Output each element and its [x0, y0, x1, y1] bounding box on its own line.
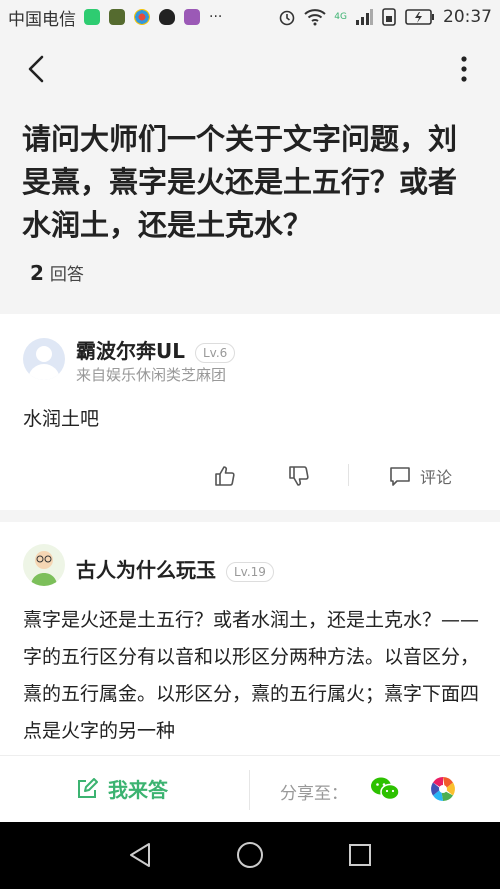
write-answer-button[interactable]: 我来答 [76, 774, 168, 803]
answer-count: 2 回答 [30, 260, 84, 285]
wechat-moments-icon[interactable] [430, 776, 456, 802]
bottom-action-bar: 我来答 分享至： [0, 755, 500, 822]
user-level-badge: Lv.19 [226, 561, 274, 582]
bottom-divider [249, 770, 250, 810]
comment-button[interactable]: 评论 [388, 458, 452, 494]
battery-icon [405, 9, 434, 25]
thumbs-up-icon [215, 466, 235, 486]
answer-count-label: 回答 [49, 265, 84, 285]
answer-source: 来自娱乐休闲类芝麻团 [76, 366, 227, 384]
nav-recents-icon[interactable] [348, 841, 372, 869]
status-bar: 中国电信 ··· 4G 20:37 [0, 0, 500, 34]
app-notification-icon [109, 9, 125, 25]
share-label: 分享至： [280, 784, 348, 804]
answer-content: 熹字是火还是土五行？或者水润土，还是土克水？——字的五行区分有以音和以形区分两种… [23, 609, 480, 742]
user-level-badge: Lv.6 [194, 342, 236, 363]
dislike-button[interactable] [287, 458, 311, 494]
question-title: 请问大师们一个关于文字问题，刘旻熹，熹字是火还是土五行？或者水润土，还是土克水？ [22, 122, 458, 242]
dual-sim-icon [382, 8, 396, 26]
signal-icon [356, 9, 373, 25]
username-text: 霸波尔奔UL [76, 339, 185, 363]
qq-icon [159, 9, 175, 25]
alarm-icon [279, 10, 295, 26]
answer-content: 水润土吧 [23, 408, 100, 430]
clock-time: 20:37 [443, 7, 492, 27]
back-arrow-icon[interactable] [22, 54, 52, 84]
answer-actions: 评论 [0, 458, 500, 494]
answer-card: 古人为什么玩玉 Lv.19 熹字是火还是土五行？或者水润土，还是土克水？——字的五… [0, 522, 500, 762]
comment-label: 评论 [420, 468, 453, 487]
user-avatar[interactable] [23, 544, 65, 586]
browser-icon [134, 9, 150, 25]
edit-icon [78, 777, 98, 798]
username-text: 古人为什么玩玉 [76, 558, 216, 582]
network-type-label: 4G [334, 12, 347, 22]
answer-card: 霸波尔奔UL Lv.6 来自娱乐休闲类芝麻团 水润土吧 评论 [0, 314, 500, 510]
username[interactable]: 古人为什么玩玉 Lv.19 [76, 554, 274, 583]
shield-app-icon [84, 9, 100, 25]
like-button[interactable] [213, 458, 237, 494]
more-options-icon[interactable] [454, 54, 474, 84]
write-answer-label: 我来答 [108, 778, 168, 802]
comment-icon [390, 467, 410, 486]
nav-back-icon[interactable] [128, 841, 152, 869]
action-divider [348, 464, 349, 486]
thumbs-down-icon [289, 466, 309, 486]
username[interactable]: 霸波尔奔UL Lv.6 [76, 335, 236, 364]
answer-count-number: 2 [30, 261, 44, 285]
gallery-icon [184, 9, 200, 25]
more-notifications-icon: ··· [209, 9, 223, 25]
question-header: 请问大师们一个关于文字问题，刘旻熹，熹字是火还是土五行？或者水润土，还是土克水？… [0, 34, 500, 314]
nav-home-icon[interactable] [236, 841, 264, 869]
wechat-icon[interactable] [370, 776, 400, 802]
system-navigation-bar [0, 822, 500, 889]
user-avatar[interactable] [23, 338, 65, 380]
carrier-name: 中国电信 [8, 9, 76, 30]
wifi-icon [304, 9, 326, 26]
